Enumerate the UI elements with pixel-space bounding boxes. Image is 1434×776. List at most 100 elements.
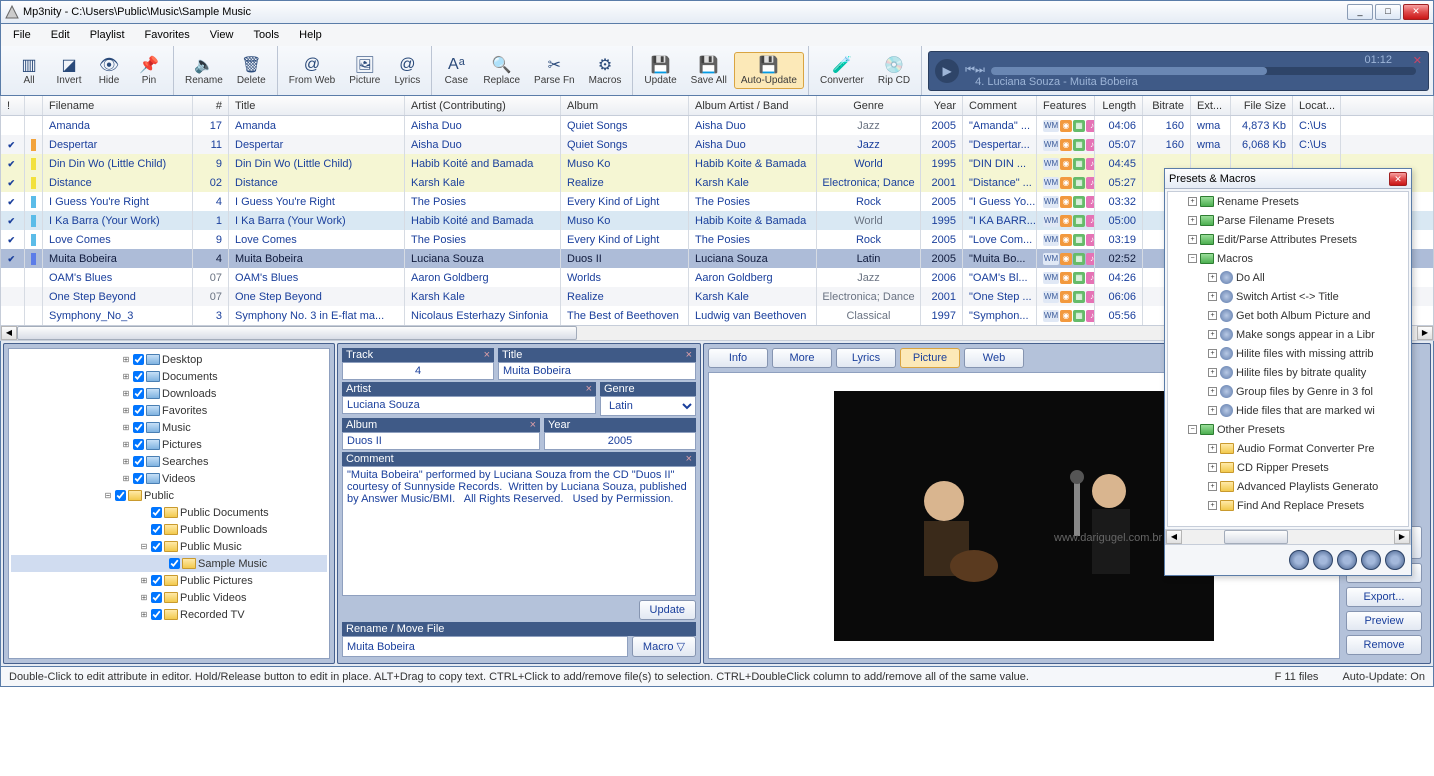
preset-node[interactable]: +Hide files that are marked wi [1168,401,1408,420]
tree-node[interactable]: ⊞ Pictures [11,436,327,453]
expand-icon[interactable]: + [1208,292,1217,301]
tree-node[interactable]: ⊞ Desktop [11,351,327,368]
expand-icon[interactable]: ⊞ [139,610,149,619]
player[interactable]: ▶ ⏮ ⏭ 4. Luciana Souza - Muita Bobeira 0… [928,51,1429,91]
tree-node[interactable]: ⊞ Favorites [11,402,327,419]
expand-icon[interactable]: + [1208,349,1217,358]
tab-more[interactable]: More [772,348,832,368]
play-button-icon[interactable]: ▶ [935,59,959,83]
menu-view[interactable]: View [202,27,242,43]
title-input[interactable] [498,362,696,380]
tree-checkbox[interactable] [133,422,144,433]
tab-web[interactable]: Web [964,348,1024,368]
tab-picture[interactable]: Picture [900,348,960,368]
expand-icon[interactable]: ⊞ [121,423,131,432]
scroll-right-icon[interactable]: ▶ [1417,326,1433,340]
toolbar-macros-button[interactable]: ⚙Macros [582,52,629,89]
tree-checkbox[interactable] [133,473,144,484]
toolbar-picture-button[interactable]: 🖼Picture [342,52,387,89]
preset-action-4[interactable] [1361,550,1381,570]
expand-icon[interactable]: − [1188,425,1197,434]
preset-node[interactable]: +Do All [1168,268,1408,287]
tree-checkbox[interactable] [133,388,144,399]
expand-icon[interactable]: ⊞ [121,440,131,449]
tree-checkbox[interactable] [115,490,126,501]
col-ext[interactable]: Ext... [1191,96,1231,115]
expand-icon[interactable]: ⊞ [121,389,131,398]
col-chk[interactable]: ! [1,96,25,115]
check-icon[interactable]: ✔ [8,197,18,207]
col-location[interactable]: Locat... [1293,96,1341,115]
col-length[interactable]: Length [1095,96,1143,115]
toolbar-ripcd-button[interactable]: 💿Rip CD [871,52,917,89]
preset-node[interactable]: +Audio Format Converter Pre [1168,439,1408,458]
preset-node[interactable]: −Other Presets [1168,420,1408,439]
tab-info[interactable]: Info [708,348,768,368]
expand-icon[interactable]: ⊞ [121,406,131,415]
expand-icon[interactable]: ⊞ [139,576,149,585]
toolbar-all-button[interactable]: ▥All [9,52,49,89]
album-input[interactable] [342,432,540,450]
minimize-button[interactable]: _ [1347,4,1373,20]
tree-checkbox[interactable] [151,609,162,620]
expand-icon[interactable]: ⊞ [121,355,131,364]
preset-node[interactable]: +Group files by Genre in 3 fol [1168,382,1408,401]
expand-icon[interactable]: + [1208,273,1217,282]
menu-tools[interactable]: Tools [245,27,287,43]
expand-icon[interactable]: + [1208,330,1217,339]
menu-file[interactable]: File [5,27,39,43]
tree-node[interactable]: ⊞ Public Pictures [11,572,327,589]
tree-node[interactable]: Public Documents [11,504,327,521]
maximize-button[interactable]: □ [1375,4,1401,20]
track-input[interactable] [342,362,494,380]
prev-icon[interactable]: ⏮ [965,64,975,77]
col-artist[interactable]: Artist (Contributing) [405,96,561,115]
check-icon[interactable]: ✔ [8,235,18,245]
preset-action-5[interactable] [1385,550,1405,570]
tree-checkbox[interactable] [151,524,162,535]
col-albumartist[interactable]: Album Artist / Band [689,96,817,115]
toolbar-case-button[interactable]: AᵃCase [436,52,476,89]
col-bitrate[interactable]: Bitrate [1143,96,1191,115]
preset-node[interactable]: +Rename Presets [1168,192,1408,211]
tree-node[interactable]: ⊟ Public [11,487,327,504]
clear-track-icon[interactable]: × [484,349,490,361]
col-title[interactable]: Title [229,96,405,115]
toolbar-hide-button[interactable]: 👁Hide [89,52,129,89]
tree-node[interactable]: ⊞ Music [11,419,327,436]
expand-icon[interactable]: ⊟ [103,491,113,500]
rename-input[interactable] [342,636,628,657]
preset-node[interactable]: +Switch Artist <-> Title [1168,287,1408,306]
table-row[interactable]: ✔Despertar11DespertarAisha DuoQuiet Song… [1,135,1433,154]
year-input[interactable] [544,432,696,450]
tree-checkbox[interactable] [133,371,144,382]
menu-help[interactable]: Help [291,27,330,43]
tree-node[interactable]: ⊞ Recorded TV [11,606,327,623]
scroll-left-icon[interactable]: ◀ [1,326,17,340]
preset-node[interactable]: +Find And Replace Presets [1168,496,1408,515]
expand-icon[interactable]: + [1208,387,1217,396]
toolbar-converter-button[interactable]: 🧪Converter [813,52,871,89]
tree-checkbox[interactable] [133,354,144,365]
remove-button[interactable]: Remove [1346,635,1422,655]
toolbar-lyrics-button[interactable]: @Lyrics [387,52,427,89]
toolbar-saveall-button[interactable]: 💾Save All [684,52,734,89]
tree-node[interactable]: ⊟ Public Music [11,538,327,555]
tree-node[interactable]: ⊞ Documents [11,368,327,385]
col-comment[interactable]: Comment [963,96,1037,115]
expand-icon[interactable]: + [1208,501,1217,510]
toolbar-autoupdate-button[interactable]: 💾Auto-Update [734,52,804,89]
expand-icon[interactable]: + [1208,368,1217,377]
preset-node[interactable]: +Edit/Parse Attributes Presets [1168,230,1408,249]
preset-node[interactable]: +Hilite files by bitrate quality [1168,363,1408,382]
tree-node[interactable]: Sample Music [11,555,327,572]
expand-icon[interactable]: ⊞ [121,372,131,381]
expand-icon[interactable]: + [1188,216,1197,225]
expand-icon[interactable]: − [1188,254,1197,263]
expand-icon[interactable]: + [1208,444,1217,453]
seek-bar[interactable] [991,67,1416,75]
toolbar-fromweb-button[interactable]: @From Web [282,52,343,89]
presets-hscroll[interactable]: ◀▶ [1165,529,1411,545]
table-row[interactable]: Amanda17AmandaAisha DuoQuiet SongsAisha … [1,116,1433,135]
tree-checkbox[interactable] [151,541,162,552]
